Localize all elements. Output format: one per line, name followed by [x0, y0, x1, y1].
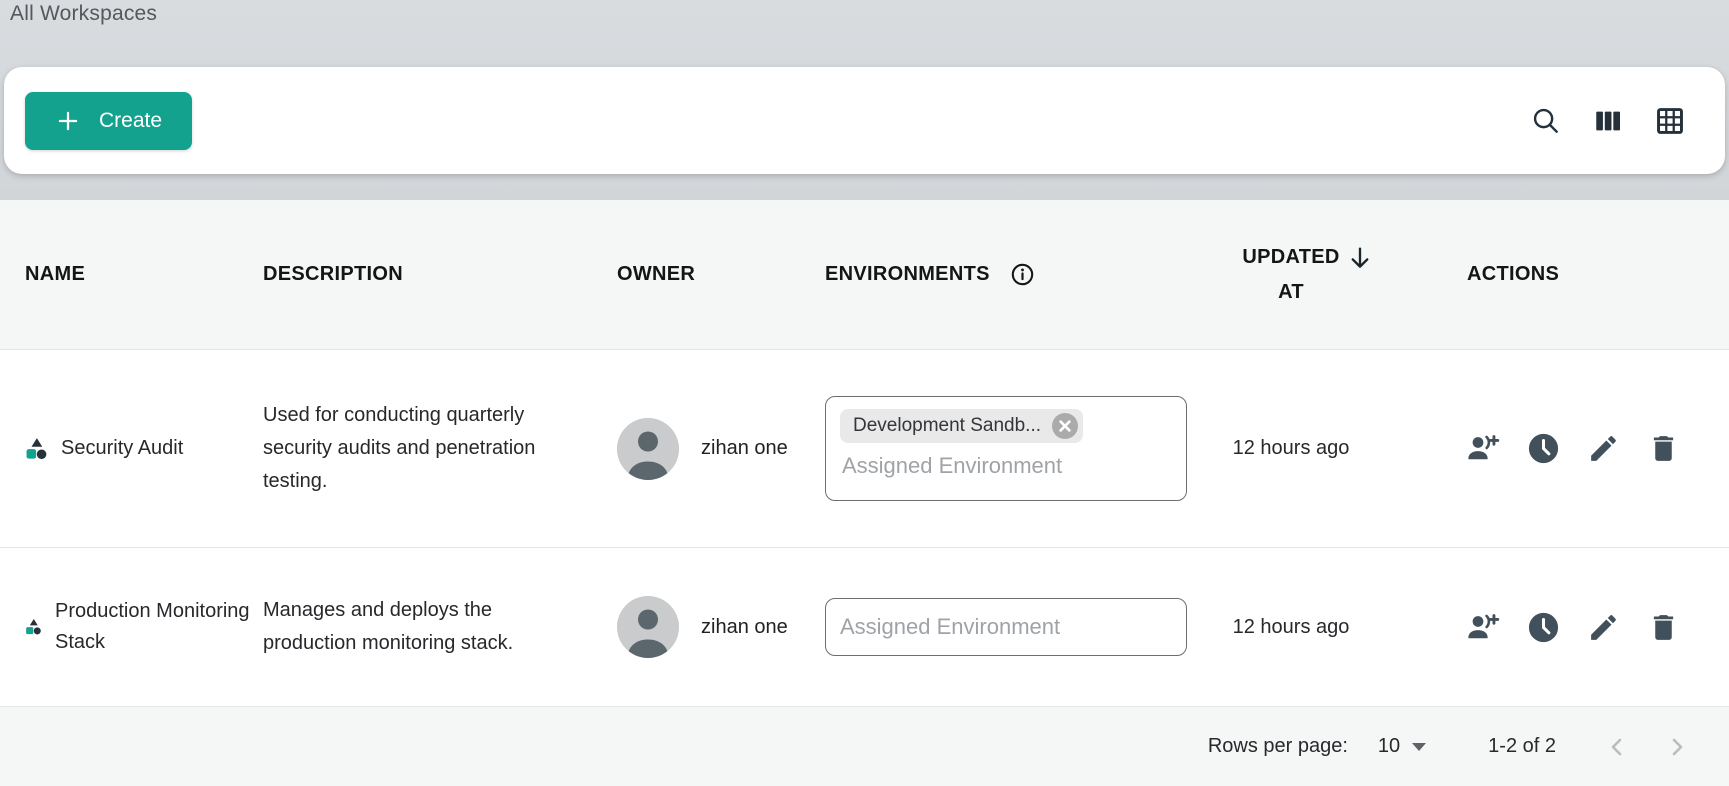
header-owner: OWNER [617, 263, 825, 286]
table-header-row: NAME DESCRIPTION OWNER ENVIRONMENTS UPDA… [0, 200, 1729, 350]
owner-name: zihan one [701, 437, 788, 460]
rows-per-page-label: Rows per page: [1208, 735, 1348, 758]
toolbar-card: Create [4, 67, 1725, 174]
header-name: NAME [0, 263, 263, 286]
edit-pencil-button[interactable] [1587, 611, 1620, 644]
owner-avatar [617, 418, 679, 480]
workspace-shapes-icon [25, 618, 42, 636]
workspaces-page: All Workspaces Create NAME DESCRIPTION O… [0, 0, 1729, 786]
table-row: Production Monitoring Stack Manages and … [0, 548, 1729, 707]
header-actions: ACTIONS [1395, 263, 1729, 286]
search-icon[interactable] [1530, 105, 1562, 137]
workspace-description: Used for conducting quarterly security a… [263, 399, 617, 498]
add-user-button[interactable] [1467, 432, 1500, 465]
actions-cell [1395, 611, 1729, 644]
workspace-name-cell: Production Monitoring Stack [0, 596, 263, 658]
workspace-name[interactable]: Security Audit [61, 433, 183, 464]
caret-down-icon [1412, 743, 1426, 751]
chip-remove-close-icon[interactable] [1051, 412, 1079, 440]
create-button[interactable]: Create [25, 92, 192, 150]
toolbar-icon-group [1530, 105, 1686, 137]
workspace-name-cell: Security Audit [0, 433, 263, 464]
actions-cell [1395, 432, 1729, 465]
owner-avatar [617, 596, 679, 658]
table-pagination: Rows per page: 10 1-2 of 2 [0, 707, 1729, 786]
edit-pencil-button[interactable] [1587, 432, 1620, 465]
workspace-name[interactable]: Production Monitoring Stack [55, 596, 263, 658]
person-icon [617, 596, 679, 658]
delete-trash-button[interactable] [1647, 611, 1680, 644]
header-updated-line2: AT [1278, 281, 1304, 303]
info-icon[interactable] [1010, 262, 1035, 287]
environments-cell: Development Sandb... Assigned Environmen… [825, 396, 1187, 501]
header-environments: ENVIRONMENTS [825, 262, 1187, 287]
next-page-chevron-icon[interactable] [1664, 734, 1690, 760]
workspaces-table: NAME DESCRIPTION OWNER ENVIRONMENTS UPDA… [0, 200, 1729, 786]
workspace-shapes-icon [25, 437, 48, 461]
environment-placeholder: Assigned Environment [840, 614, 1060, 640]
view-columns-icon[interactable] [1592, 105, 1624, 137]
plus-icon [55, 108, 81, 134]
environment-chip[interactable]: Development Sandb... [840, 409, 1083, 443]
owner-cell: zihan one [617, 418, 825, 480]
header-description: DESCRIPTION [263, 263, 617, 286]
environments-cell: Assigned Environment [825, 598, 1187, 656]
header-updated-at[interactable]: UPDATED AT [1187, 240, 1395, 310]
history-clock-button[interactable] [1527, 432, 1560, 465]
header-updated-line1: UPDATED [1242, 246, 1339, 268]
workspace-description: Manages and deploys the production monit… [263, 594, 617, 660]
person-icon [617, 418, 679, 480]
pagination-range: 1-2 of 2 [1488, 735, 1556, 758]
updated-at-value: 12 hours ago [1187, 616, 1395, 639]
header-environments-label: ENVIRONMENTS [825, 263, 990, 286]
previous-page-chevron-icon[interactable] [1604, 734, 1630, 760]
updated-at-value: 12 hours ago [1187, 437, 1395, 460]
assigned-environment-input[interactable]: Development Sandb... Assigned Environmen… [825, 396, 1187, 501]
sort-desc-arrow-icon[interactable] [1346, 244, 1374, 272]
grid-view-icon[interactable] [1654, 105, 1686, 137]
pager-buttons [1604, 734, 1690, 760]
environment-placeholder: Assigned Environment [842, 453, 1172, 479]
owner-cell: zihan one [617, 596, 825, 658]
owner-name: zihan one [701, 616, 788, 639]
delete-trash-button[interactable] [1647, 432, 1680, 465]
page-title: All Workspaces [10, 2, 157, 26]
add-user-button[interactable] [1467, 611, 1500, 644]
create-button-label: Create [99, 109, 162, 133]
rows-per-page-select[interactable]: 10 [1378, 735, 1426, 758]
table-row: Security Audit Used for conducting quart… [0, 350, 1729, 548]
environment-chip-label: Development Sandb... [853, 415, 1041, 437]
assigned-environment-input[interactable]: Assigned Environment [825, 598, 1187, 656]
rows-per-page-value: 10 [1378, 735, 1400, 758]
history-clock-button[interactable] [1527, 611, 1560, 644]
